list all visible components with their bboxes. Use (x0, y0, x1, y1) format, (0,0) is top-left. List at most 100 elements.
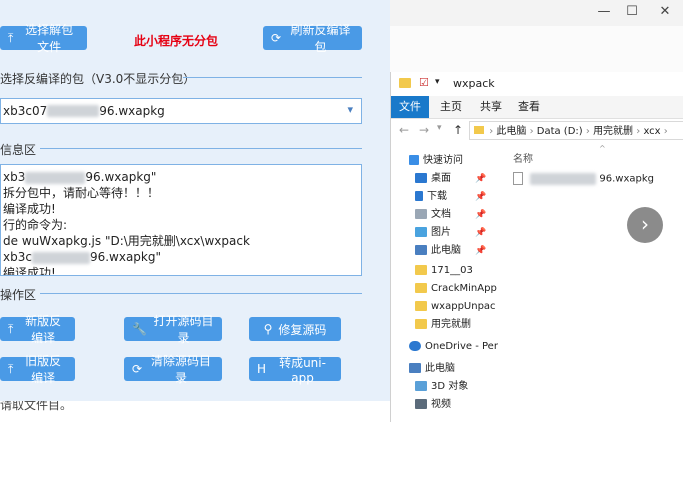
log-line: 编译成功! (3, 266, 56, 276)
open-source-dir-label: 打开源码目录 (153, 314, 214, 345)
redacted-blur (31, 251, 90, 264)
package-select[interactable]: xb3c07 96.wxapkg ▾ (0, 98, 362, 124)
nav-quick-access[interactable]: 快速访问 (409, 152, 463, 170)
address-bar[interactable]: › 此电脑 › Data (D:) › 用完就删 › xcx › (469, 121, 683, 140)
nav-this-pc[interactable]: 此电脑 (409, 360, 455, 378)
tab-share[interactable]: 共享 (477, 96, 505, 118)
convert-uniapp-button[interactable]: H 转成uni-app (249, 356, 341, 385)
log-line: 编译成功! (3, 202, 56, 216)
section-divider (183, 77, 362, 78)
scrollbar[interactable] (485, 232, 489, 502)
navigation-pane: 快速访问 桌面 📌 下载 📌 文档 📌 图片 📌 此电脑 📌 171__03 C… (391, 152, 498, 422)
fix-source-button[interactable]: ⚲ 修复源码 (249, 317, 341, 341)
minimize-button[interactable]: — (589, 3, 619, 21)
log-line: 拆分包中，请耐心等待！！！ (3, 186, 160, 200)
explorer-title: wxpack (453, 77, 495, 90)
nav-folder[interactable]: wxappUnpac (415, 298, 496, 316)
upload-icon: ⤒ (8, 321, 14, 336)
tab-view[interactable]: 查看 (515, 96, 543, 118)
package-select-prefix: xb3c07 (3, 104, 48, 118)
clear-source-dir-label: 清除源码目录 (151, 354, 212, 385)
fix-source-label: 修复源码 (278, 322, 327, 337)
section-divider (40, 293, 362, 294)
old-decompile-button[interactable]: ⤒ 旧版反编译 (0, 354, 75, 385)
nav-this-pc[interactable]: 此电脑 (415, 242, 461, 260)
cube-icon (415, 381, 427, 391)
path-segment[interactable]: 此电脑 (496, 126, 526, 137)
folder-icon (415, 283, 427, 293)
background-area (390, 26, 683, 72)
folder-icon (415, 319, 427, 329)
chevron-down-icon: ▾ (347, 103, 353, 116)
path-segment[interactable]: 用完就删 (593, 126, 633, 137)
file-icon (513, 172, 523, 185)
close-button[interactable]: ✕ (650, 3, 680, 21)
file-explorer-window: ☑ ▾ wxpack 文件 主页 共享 查看 ← → ▾ ↑ › 此电脑 › D… (390, 72, 683, 422)
nav-documents[interactable]: 文档 (415, 206, 451, 224)
file-name: 96.wxapkg (599, 173, 654, 185)
file-row[interactable]: 96.wxapkg (513, 172, 654, 185)
refresh-package-button[interactable]: ⟳ 刷新反编译包 (263, 23, 362, 54)
promo-text: 此小程序无分包 (134, 34, 219, 48)
upload-icon: ⤒ (8, 30, 14, 45)
tab-home[interactable]: 主页 (437, 96, 465, 118)
path-segment[interactable]: xcx (643, 126, 660, 137)
redacted-blur (530, 172, 597, 185)
redacted-blur (25, 171, 86, 184)
package-select-suffix: 96.wxapkg (99, 104, 165, 118)
explorer-address-row: ← → ▾ ↑ › 此电脑 › Data (D:) › 用完就删 › xcx › (391, 118, 683, 144)
open-source-dir-button[interactable]: 🔧 打开源码目录 (124, 314, 222, 345)
nav-folder[interactable]: 171__03 (415, 262, 473, 280)
picture-icon (415, 227, 427, 237)
log-line: 行的命令为: (3, 218, 68, 232)
nav-desktop[interactable]: 桌面 (415, 170, 451, 188)
explorer-titlebar: ☑ ▾ wxpack (391, 72, 683, 96)
nav-3d-objects[interactable]: 3D 对象 (415, 378, 468, 396)
document-icon (415, 209, 427, 219)
column-header-name[interactable]: 名称 (513, 150, 533, 165)
folder-icon (474, 126, 484, 134)
forward-arrow-icon[interactable]: → (419, 123, 429, 137)
recent-dropdown-icon[interactable]: ▾ (437, 123, 442, 133)
path-segment[interactable]: Data (D:) (537, 126, 583, 137)
back-arrow-icon[interactable]: ← (399, 123, 409, 137)
refresh-package-label: 刷新反编译包 (290, 23, 351, 54)
maximize-button[interactable]: ☐ (617, 3, 647, 21)
computer-icon (409, 363, 421, 373)
nav-videos[interactable]: 视频 (415, 396, 451, 414)
upload-icon: ⤒ (8, 361, 14, 376)
old-decompile-label: 旧版反编译 (25, 354, 62, 385)
info-log[interactable]: xb3 96.wxapkg" 拆分包中，请耐心等待！！！ 编译成功! 行的命令为:… (0, 164, 362, 276)
redacted-blur (47, 105, 100, 117)
search-icon: ⚲ (263, 322, 273, 336)
properties-icon[interactable]: ☑ (419, 76, 429, 89)
log-line: xb3 96.wxapkg" (3, 170, 157, 184)
clear-source-dir-button[interactable]: ⟳ 清除源码目录 (124, 354, 222, 385)
info-section-label: 信息区 (0, 143, 37, 157)
cloud-icon (409, 341, 421, 351)
star-icon (409, 155, 419, 165)
quick-access-dropdown-icon[interactable]: ▾ (435, 77, 440, 87)
sort-caret-icon: ^ (599, 144, 606, 153)
explorer-ribbon: 文件 主页 共享 查看 (391, 96, 683, 119)
folder-icon (415, 265, 427, 275)
pin-icon: 📌 (475, 210, 487, 220)
package-section-label: 选择反编译的包（V3.0不显示分包） (0, 72, 196, 86)
nav-folder[interactable]: 用完就删 (415, 316, 471, 334)
log-line: de wuWxapkg.js "D:\用完就删\xcx\wxpack (3, 234, 250, 248)
folder-icon (415, 301, 427, 311)
new-decompile-button[interactable]: ⤒ 新版反编译 (0, 314, 75, 345)
pin-icon: 📌 (475, 174, 487, 184)
folder-icon (399, 78, 411, 88)
refresh-icon: ⟳ (132, 362, 143, 376)
wrench-icon: 🔧 (132, 322, 147, 336)
nav-pictures[interactable]: 图片 (415, 224, 451, 242)
select-package-button[interactable]: ⤒ 选择解包文件 (0, 23, 87, 54)
tab-file[interactable]: 文件 (391, 96, 429, 118)
up-arrow-icon[interactable]: ↑ (453, 123, 463, 137)
nav-downloads[interactable]: 下载 (415, 188, 447, 206)
next-arrow-button[interactable]: › (627, 207, 663, 243)
computer-icon (415, 245, 427, 255)
h-icon: H (257, 362, 267, 376)
ops-section-label: 操作区 (0, 288, 37, 302)
